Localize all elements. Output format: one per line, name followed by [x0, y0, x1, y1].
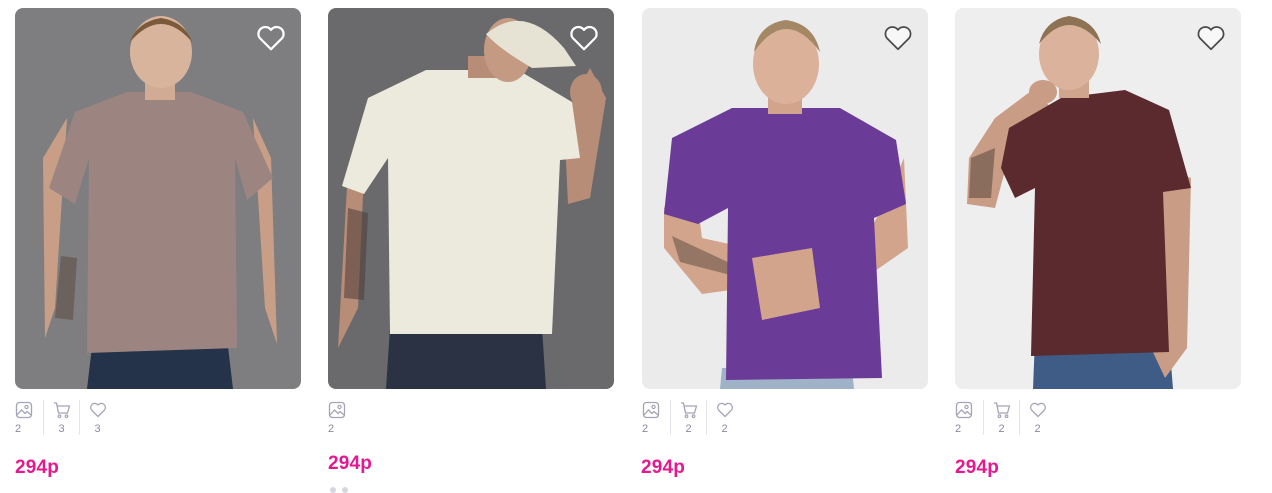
favorite-button[interactable] [255, 22, 287, 54]
product-image [328, 8, 614, 389]
likes-count[interactable]: 2 [1019, 400, 1055, 435]
product-card[interactable]: 2 2 2 [955, 8, 1241, 438]
product-price: 294р [641, 457, 686, 478]
photos-count[interactable]: 2 [15, 400, 33, 435]
product-price: 294р [15, 457, 60, 478]
heart-icon [1029, 402, 1046, 418]
cart-count-value: 2 [685, 423, 692, 435]
product-price: 294р [328, 453, 373, 474]
product-photo[interactable] [642, 8, 928, 389]
cart-icon [680, 402, 697, 419]
product-price: 294р [955, 457, 1000, 478]
likes-count-value: 2 [1034, 423, 1041, 435]
product-stats: 2 2 2 [955, 400, 1241, 438]
heart-icon [884, 26, 912, 51]
likes-count-value: 2 [721, 423, 728, 435]
photos-count[interactable]: 2 [642, 400, 660, 435]
likes-count-value: 3 [94, 423, 101, 435]
favorite-button[interactable] [882, 22, 914, 54]
image-icon [955, 401, 973, 419]
photos-count-value: 2 [642, 423, 649, 435]
product-stats: 2 [328, 400, 614, 438]
likes-count[interactable]: 2 [706, 400, 742, 435]
heart-icon [570, 25, 598, 51]
product-photo[interactable] [15, 8, 301, 389]
heart-icon [89, 402, 106, 418]
cart-count[interactable]: 2 [983, 400, 1019, 435]
product-image [15, 8, 301, 389]
pagination-dots [330, 487, 348, 493]
image-icon [642, 401, 660, 419]
product-photo[interactable] [955, 8, 1241, 389]
photos-count[interactable]: 2 [955, 400, 973, 435]
cart-count[interactable]: 3 [43, 400, 79, 435]
image-icon [15, 401, 33, 419]
cart-icon [53, 402, 70, 419]
image-icon [328, 401, 346, 419]
likes-count[interactable]: 3 [79, 400, 115, 435]
photos-count[interactable]: 2 [328, 400, 346, 435]
product-stats: 2 2 2 [642, 400, 928, 438]
product-grid: 2 3 3 294р 2 294р 2 2 2 294р 2 2 2 294р [0, 0, 1272, 493]
cart-count-value: 2 [998, 423, 1005, 435]
product-card[interactable]: 2 3 3 [15, 8, 301, 438]
heart-icon [257, 25, 285, 51]
photos-count-value: 2 [955, 423, 962, 435]
product-image [955, 8, 1241, 389]
product-image [642, 8, 928, 389]
heart-icon [716, 402, 733, 418]
cart-icon [993, 402, 1010, 419]
favorite-button[interactable] [1195, 22, 1227, 54]
product-card[interactable]: 2 2 2 [642, 8, 928, 438]
heart-icon [1197, 26, 1225, 51]
product-photo[interactable] [328, 8, 614, 389]
photos-count-value: 2 [15, 423, 22, 435]
favorite-button[interactable] [568, 22, 600, 54]
product-card[interactable]: 2 [328, 8, 614, 438]
cart-count-value: 3 [58, 423, 65, 435]
photos-count-value: 2 [328, 423, 335, 435]
cart-count[interactable]: 2 [670, 400, 706, 435]
product-stats: 2 3 3 [15, 400, 301, 438]
